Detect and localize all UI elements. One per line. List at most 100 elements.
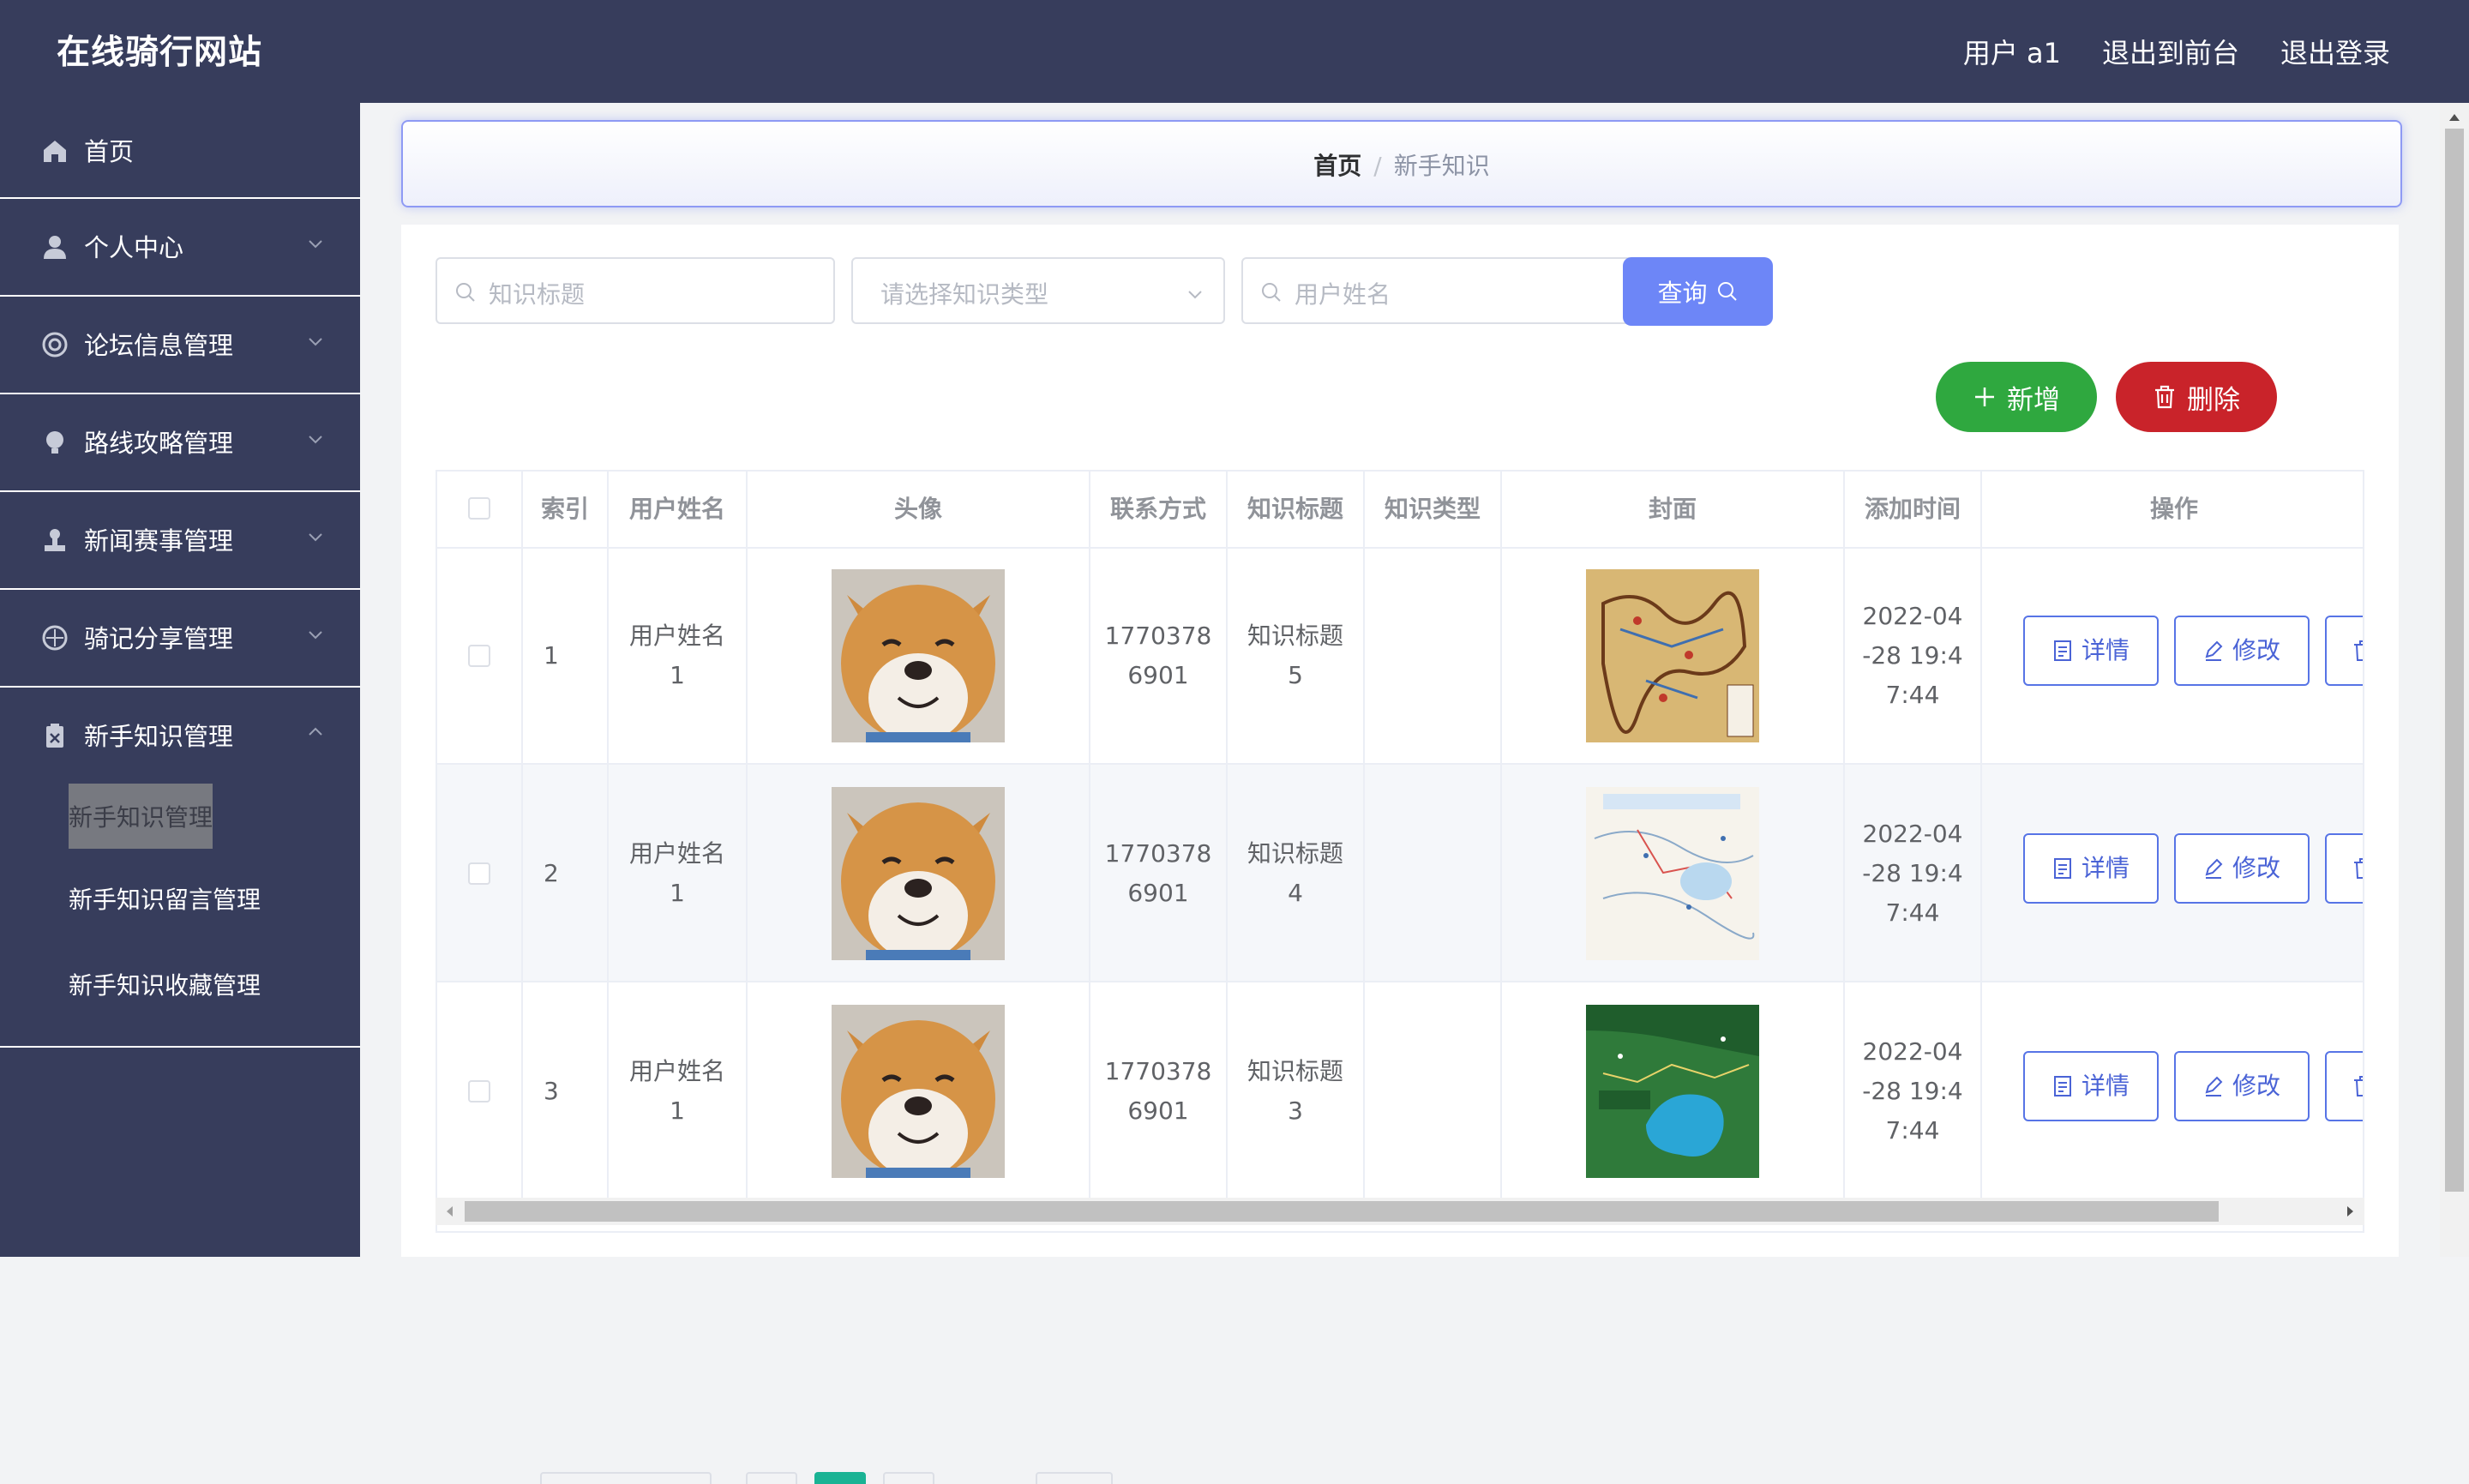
logout-link[interactable]: 退出登录 — [2280, 33, 2390, 74]
type-select[interactable]: 请选择知识类型 — [851, 257, 1225, 324]
submenu-item-favorites[interactable]: 新手知识收藏管理 — [69, 967, 261, 1001]
index-cell: 2 — [523, 765, 609, 982]
delete-button-label: 删除 — [2187, 384, 2240, 416]
scroll-right-icon[interactable] — [2344, 1205, 2356, 1218]
detail-button[interactable]: 详情 — [2023, 833, 2159, 904]
time-text: 2022-04 — [1862, 1037, 1963, 1066]
pagination-current[interactable] — [814, 1472, 866, 1484]
cover-image — [1586, 1005, 1759, 1178]
chevron-down-icon — [309, 338, 322, 346]
row-select-cell — [437, 765, 523, 982]
sidebar-item-share[interactable]: 骑记分享管理 — [0, 590, 360, 688]
phone-cell: 1770378 6901 — [1090, 982, 1228, 1200]
chevron-down-icon — [309, 631, 322, 640]
horizontal-scrollbar[interactable] — [436, 1198, 2364, 1225]
actions-cell: 详情 修改 — [1982, 765, 2363, 982]
time-cell: 2022-04 -28 19:4 7:44 — [1845, 982, 1982, 1200]
detail-button[interactable]: 详情 — [2023, 1051, 2159, 1121]
pagination-jump-input[interactable] — [1036, 1472, 1113, 1484]
delete-row-button[interactable] — [2325, 833, 2363, 904]
sidebar-item-route[interactable]: 路线攻略管理 — [0, 394, 360, 492]
horizontal-scroll-thumb[interactable] — [465, 1201, 2219, 1222]
time-text: 2022-04 — [1862, 602, 1963, 630]
search-icon — [1717, 282, 1737, 301]
delete-row-button[interactable] — [2325, 1051, 2363, 1121]
delete-button[interactable]: 删除 — [2116, 362, 2277, 432]
time-text: 7:44 — [1885, 681, 1940, 709]
avatar — [832, 787, 1005, 960]
pagination-prev[interactable] — [746, 1472, 797, 1484]
vertical-scrollbar[interactable] — [2440, 103, 2469, 1257]
shiba-dog-avatar — [832, 787, 1005, 960]
actions-cell: 详情 修改 — [1982, 982, 2363, 1200]
phone-cell: 1770378 6901 — [1090, 765, 1228, 982]
submenu-item-knowledge[interactable]: 新手知识管理 — [69, 784, 213, 849]
lifebuoy-icon — [42, 332, 68, 357]
delete-row-button[interactable] — [2325, 616, 2363, 686]
add-button[interactable]: 新增 — [1936, 362, 2097, 432]
title-search-input[interactable]: 知识标题 — [436, 257, 835, 324]
scroll-up-icon[interactable] — [2448, 111, 2461, 123]
row-checkbox[interactable] — [468, 862, 490, 885]
pagination-next[interactable] — [883, 1472, 934, 1484]
cover-image — [1586, 569, 1759, 742]
edit-button[interactable]: 修改 — [2174, 833, 2310, 904]
top-links: 用户 a1 退出到前台 退出登录 — [1963, 33, 2390, 74]
scroll-left-icon[interactable] — [444, 1205, 456, 1218]
table-row: 1 用户姓名 1 1770378 6901 知识标题 5 2022-04 -28… — [437, 547, 2363, 765]
sidebar-item-news[interactable]: 新闻赛事管理 — [0, 492, 360, 590]
breadcrumb-home[interactable]: 首页 — [1313, 152, 1361, 180]
submenu-knowledge: 新手知识管理 新手知识留言管理 新手知识收藏管理 — [0, 784, 360, 1048]
edit-button[interactable]: 修改 — [2174, 616, 2310, 686]
sidebar-item-label: 骑记分享管理 — [84, 624, 234, 653]
add-button-label: 新增 — [2007, 384, 2060, 416]
sidebar-item-forum[interactable]: 论坛信息管理 — [0, 297, 360, 394]
avatar — [832, 1005, 1005, 1178]
title-text: 3 — [1288, 1096, 1303, 1125]
user-label[interactable]: 用户 a1 — [1963, 33, 2061, 74]
header-username: 用户姓名 — [609, 472, 748, 547]
edit-button[interactable]: 修改 — [2174, 1051, 2310, 1121]
select-all-checkbox[interactable] — [468, 497, 490, 520]
title-text: 知识标题 — [1247, 1057, 1343, 1085]
chevron-up-icon — [309, 727, 322, 736]
chevron-down-icon — [309, 533, 322, 542]
phone-text: 6901 — [1127, 1096, 1189, 1125]
username-text: 1 — [670, 661, 685, 689]
title-text: 5 — [1288, 661, 1303, 689]
sidebar-item-home[interactable]: 首页 — [0, 103, 360, 199]
sidebar-item-personal[interactable]: 个人中心 — [0, 199, 360, 297]
pencil-icon — [2205, 640, 2223, 661]
phone-text: 1770378 — [1104, 622, 1212, 650]
username-cell: 用户姓名 1 — [609, 982, 748, 1200]
sidebar-item-label: 新手知识管理 — [84, 722, 234, 751]
shiba-dog-avatar — [832, 569, 1005, 742]
breadcrumb-separator: / — [1373, 152, 1382, 180]
title-search-placeholder: 知识标题 — [489, 280, 586, 309]
detail-button[interactable]: 详情 — [2023, 616, 2159, 686]
chevron-down-icon — [309, 240, 322, 249]
query-button[interactable]: 查询 — [1623, 257, 1773, 326]
terrain-map-thumbnail — [1586, 1005, 1759, 1178]
header-select-all[interactable] — [437, 472, 523, 547]
row-checkbox[interactable] — [468, 645, 490, 667]
top-bar: 在线骑行网站 用户 a1 退出到前台 退出登录 — [0, 0, 2469, 103]
user-search-input[interactable]: 用户姓名 — [1241, 257, 1641, 324]
breadcrumb-current: 新手知识 — [1393, 152, 1490, 180]
table-row: 2 用户姓名 1 1770378 6901 知识标题 4 2022-04 -28… — [437, 765, 2363, 982]
time-text: 2022-04 — [1862, 820, 1963, 848]
row-checkbox[interactable] — [468, 1080, 490, 1102]
sidebar-item-knowledge[interactable]: 新手知识管理 — [0, 688, 360, 784]
title-text: 知识标题 — [1247, 622, 1343, 650]
sidebar: 首页 个人中心 论坛信息管理 路线攻略管理 新闻赛事管理 骑记分享管理 新手知识… — [0, 103, 360, 1257]
page-size-select[interactable] — [540, 1472, 712, 1484]
exit-to-front-link[interactable]: 退出到前台 — [2102, 33, 2239, 74]
avatar-cell — [748, 765, 1090, 982]
detail-button-label: 详情 — [2081, 636, 2130, 664]
vertical-scroll-thumb[interactable] — [2445, 129, 2464, 1192]
submenu-item-comments[interactable]: 新手知识留言管理 — [69, 881, 261, 916]
type-cell — [1365, 765, 1502, 982]
table-row: 3 用户姓名 1 1770378 6901 知识标题 3 2022-04 -28… — [437, 982, 2363, 1200]
person-icon — [44, 236, 66, 259]
compass-icon — [42, 625, 68, 651]
